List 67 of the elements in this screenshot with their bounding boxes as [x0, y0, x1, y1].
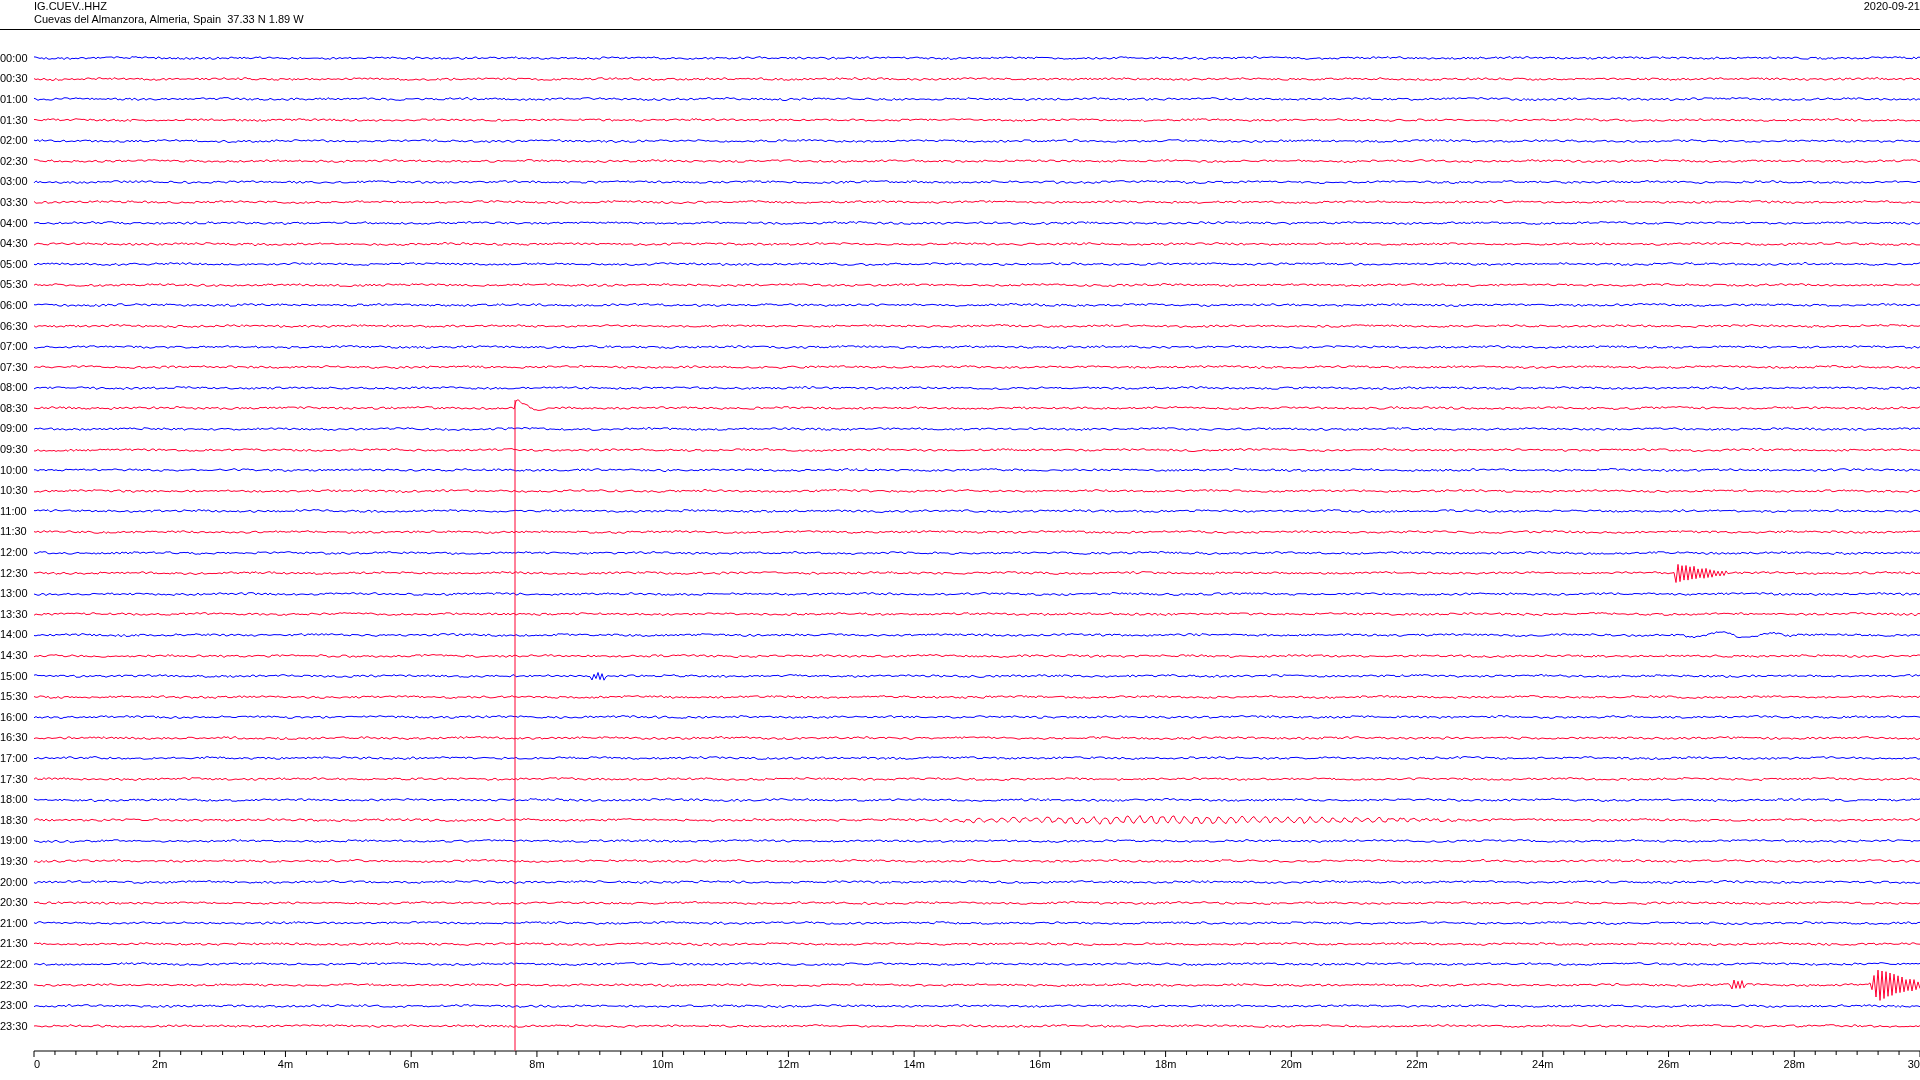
axis-tick-label: 2m: [152, 1057, 168, 1070]
time-label: 23:30: [0, 1020, 29, 1032]
axis-tick-label: 8m: [529, 1057, 545, 1070]
time-label: 08:30: [0, 402, 29, 414]
time-label: 04:00: [0, 217, 29, 229]
time-label: 09:00: [0, 423, 29, 435]
axis-tick-label: 10m: [651, 1057, 674, 1070]
axis-tick-label: 14m: [903, 1057, 925, 1070]
station-location: Cuevas del Almanzora, Almeria, Spain 37.33 N 1.89 W: [34, 13, 304, 26]
axis-tick-label: 28m: [1783, 1057, 1805, 1070]
time-label: 07:00: [0, 341, 29, 353]
time-label: 18:30: [0, 814, 29, 826]
axis-tick-label: 24m: [1532, 1057, 1554, 1070]
axis-tick-label: 30: [1907, 1057, 1920, 1070]
time-label: 12:00: [0, 547, 29, 559]
time-label: 00:30: [0, 73, 29, 85]
time-label: 10:30: [0, 485, 29, 497]
time-label: 17:30: [0, 773, 29, 785]
axis-tick-label: 22m: [1406, 1057, 1428, 1070]
time-label: 14:30: [0, 650, 29, 661]
time-label: 02:00: [0, 135, 29, 147]
time-label: 11:30: [0, 526, 28, 538]
time-label: 18:00: [0, 794, 29, 806]
time-label: 06:30: [0, 320, 29, 332]
time-label: 16:00: [0, 711, 29, 723]
time-label: 09:30: [0, 444, 29, 456]
time-label: 15:00: [0, 670, 29, 682]
time-label: 10:00: [0, 464, 29, 476]
time-label: 20:00: [0, 876, 29, 888]
time-label: 05:30: [0, 279, 29, 291]
time-label: 22:00: [0, 958, 29, 970]
time-label: 02:30: [0, 155, 29, 167]
time-label: 13:30: [0, 608, 29, 620]
time-label: 19:00: [0, 835, 29, 847]
axis-tick-label: 26m: [1657, 1057, 1680, 1070]
time-label: 08:00: [0, 382, 29, 394]
time-label: 15:30: [0, 691, 29, 703]
time-label: 13:00: [0, 588, 29, 600]
time-label: 19:30: [0, 855, 29, 867]
time-label: 07:30: [0, 361, 29, 373]
time-label: 12:30: [0, 567, 29, 579]
plot-date: 2020-09-21: [1863, 0, 1920, 14]
time-label: 21:00: [0, 917, 29, 929]
time-label: 03:00: [0, 176, 29, 188]
time-label: 16:30: [0, 732, 29, 744]
time-label: 17:00: [0, 753, 29, 764]
time-label: 01:30: [0, 114, 29, 126]
axis-tick-label: 12m: [777, 1057, 800, 1070]
time-label: 03:30: [0, 196, 29, 208]
time-label: 23:00: [0, 1000, 29, 1012]
axis-tick-label: 20m: [1280, 1057, 1303, 1070]
time-label: 14:00: [0, 629, 29, 641]
axis-tick-label: 0: [34, 1057, 41, 1070]
time-label: 22:30: [0, 979, 29, 991]
axis-tick-label: 16m: [1029, 1057, 1051, 1070]
axis-tick-label: 4m: [277, 1057, 294, 1070]
time-label: 00:00: [0, 52, 29, 64]
axis-tick-label: 6m: [403, 1057, 419, 1070]
time-label: 05:00: [0, 258, 29, 270]
axis-tick-label: 18m: [1154, 1057, 1177, 1070]
time-label: 21:30: [0, 938, 29, 950]
time-label: 11:00: [0, 505, 28, 517]
time-label: 01:00: [0, 94, 29, 105]
station-code: IG.CUEV..HHZ: [34, 0, 108, 13]
time-label: 06:00: [0, 299, 29, 311]
time-label: 04:30: [0, 238, 29, 250]
time-label: 20:30: [0, 897, 29, 909]
